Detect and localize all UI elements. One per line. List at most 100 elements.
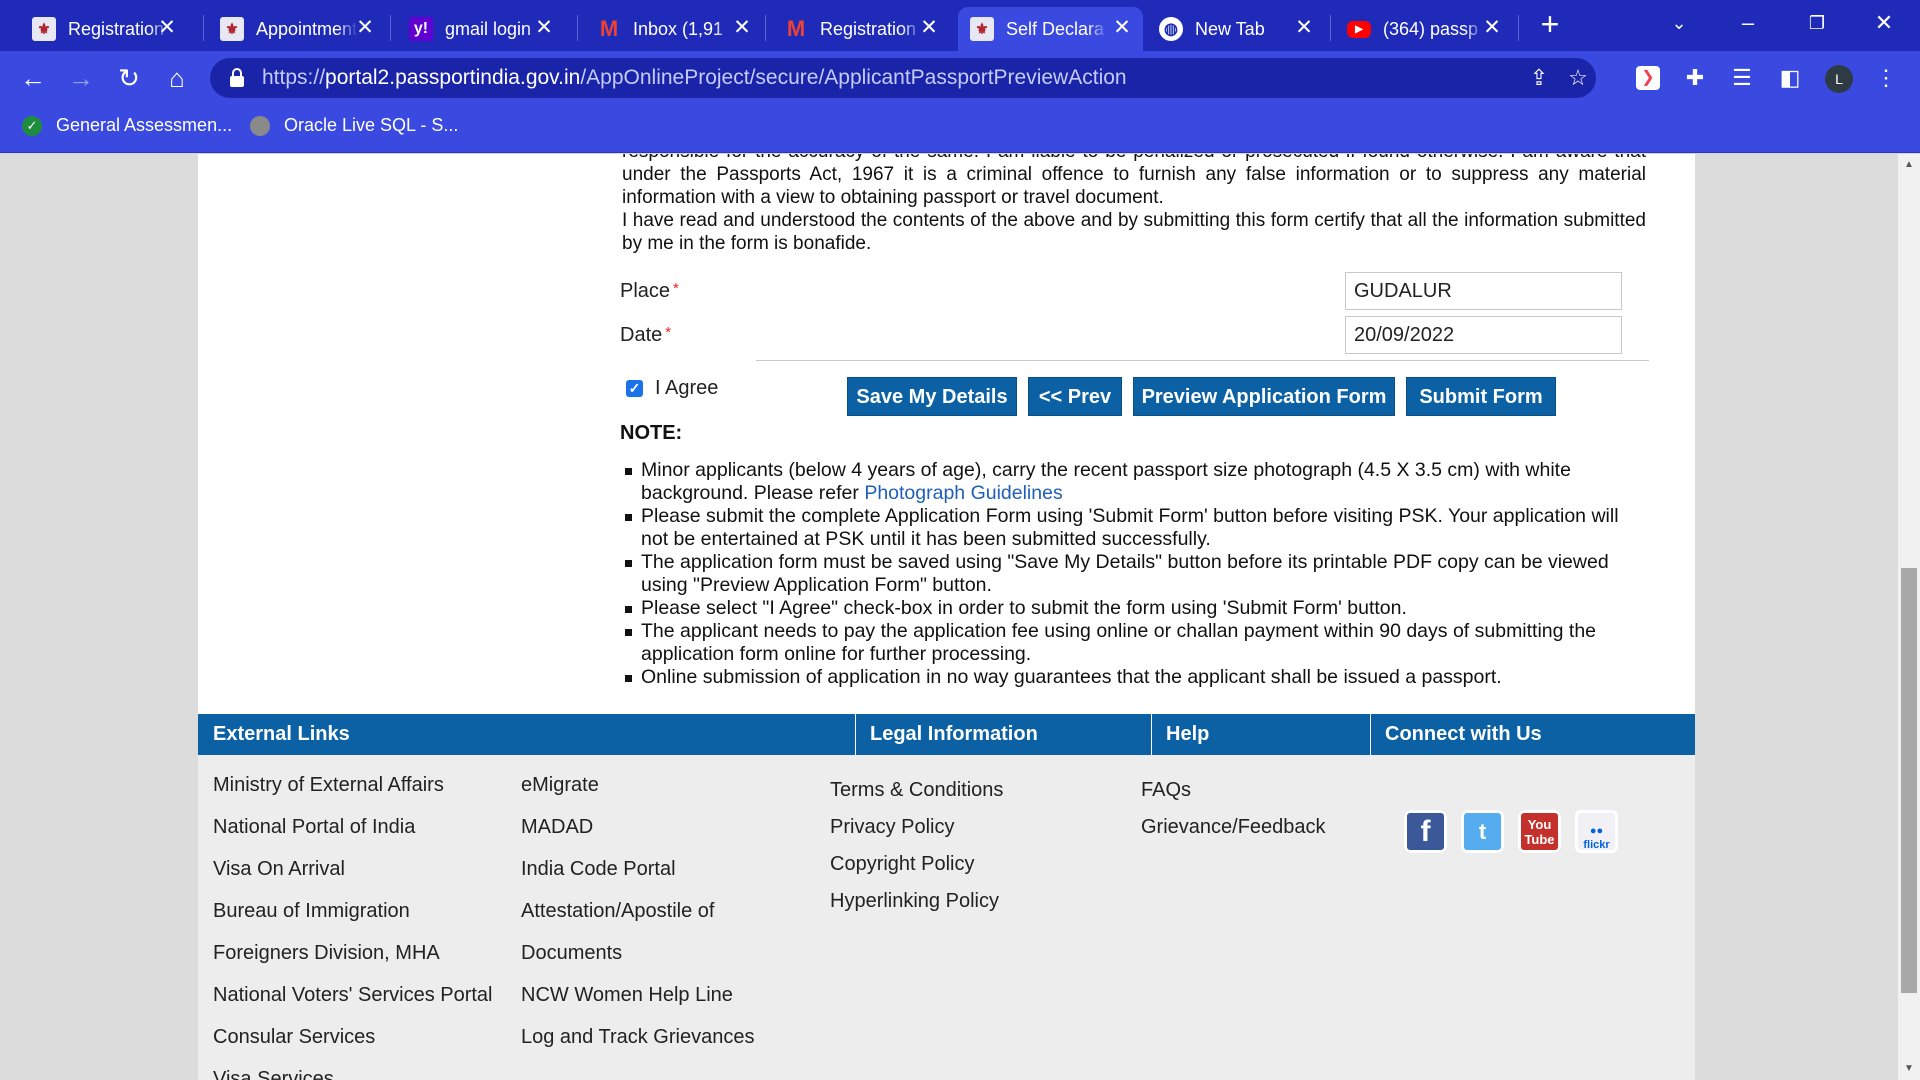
address-bar[interactable]: https://portal2.passportindia.gov.in/App… [210,58,1596,98]
submit-form-button[interactable]: Submit Form [1406,377,1556,416]
tab-title: gmail login [445,18,532,39]
close-icon[interactable]: ✕ [156,17,178,39]
bookmark-star-icon[interactable]: ☆ [1565,65,1591,91]
tab-title: Inbox (1,91 [633,18,724,39]
share-icon[interactable]: ⇪ [1526,65,1552,91]
note-item: Please submit the complete Application F… [625,505,1641,551]
footer-link[interactable]: Foreigners Division, MHA [213,942,440,965]
footer-link[interactable]: National Voters' Services Portal [213,984,493,1007]
tab-title: (364) passp [1383,18,1479,39]
photograph-guidelines-link[interactable]: Photograph Guidelines [864,482,1062,504]
footer-link[interactable]: eMigrate [521,774,599,797]
agree-checkbox[interactable]: ✓ [626,380,643,397]
restore-icon[interactable]: ❐ [1802,8,1832,38]
footer-link[interactable]: Consular Services [213,1026,375,1049]
date-input[interactable] [1345,316,1622,354]
declaration-paragraph: responsible for the accuracy of the same… [622,154,1646,208]
window-close-icon[interactable]: ✕ [1869,8,1899,38]
note-item: Online submission of application in no w… [625,666,1641,689]
declaration-text: responsible for the accuracy of the same… [622,154,1646,255]
close-icon[interactable]: ✕ [918,17,940,39]
place-input[interactable] [1345,272,1622,310]
footer-link[interactable]: Log and Track Grievances [521,1026,754,1049]
declaration-paragraph: I have read and understood the contents … [622,210,1646,254]
tab-inbox[interactable]: M Inbox (1,91 ✕ [585,7,765,51]
tab-self-declaration[interactable]: ⚜ Self Declara ✕ [958,7,1143,51]
profile-avatar[interactable]: L [1825,65,1853,93]
preview-application-form-button[interactable]: Preview Application Form [1133,377,1395,416]
footer-link[interactable]: MADAD [521,816,593,839]
check-circle-icon: ✓ [22,115,42,136]
date-label: Date * [620,324,672,346]
footer-link[interactable]: Terms & Conditions [830,779,1003,802]
footer-link[interactable]: Attestation/Apostile of [521,900,714,923]
twitter-icon[interactable]: t [1461,810,1504,853]
note-item: Please select "I Agree" check-box in ord… [625,597,1641,620]
tab-separator [1518,15,1519,41]
footer-link[interactable]: Hyperlinking Policy [830,890,999,913]
gmail-icon: M [786,16,806,41]
tab-registration-2[interactable]: M Registration ✕ [772,7,952,51]
tab-new-tab[interactable]: ◍ New Tab ✕ [1147,7,1327,51]
close-icon[interactable]: ✕ [533,17,555,39]
footer-link[interactable]: Ministry of External Affairs [213,774,444,797]
tab-appointment[interactable]: ⚜ Appointment ✕ [208,7,388,51]
back-arrow-icon[interactable]: ← [16,61,50,95]
close-icon[interactable]: ✕ [1481,17,1503,39]
bookmark-general-assessment[interactable]: ✓ General Assessmen... [22,115,232,136]
scrollbar-thumb[interactable] [1901,568,1917,993]
close-icon[interactable]: ✕ [731,17,753,39]
flickr-icon[interactable]: ●● flickr [1575,810,1618,853]
tab-gmail-login[interactable]: y! gmail login ✕ [397,7,567,51]
footer-link[interactable]: Documents [521,942,622,965]
tab-separator [577,15,578,41]
bookmark-oracle-live-sql[interactable]: Oracle Live SQL - S... [250,115,458,136]
vertical-scrollbar[interactable]: ▲ ▼ [1898,154,1920,1080]
side-panel-icon[interactable]: ◧ [1776,64,1804,92]
forward-arrow-icon[interactable]: → [64,61,98,95]
prev-button[interactable]: << Prev [1028,377,1122,416]
globe-icon: ◍ [1159,17,1183,41]
footer-link[interactable]: Bureau of Immigration [213,900,410,923]
tab-registration-1[interactable]: ⚜ Registration ✕ [20,7,190,51]
tab-youtube[interactable]: ▶ (364) passp ✕ [1335,7,1515,51]
footer-link[interactable]: Copyright Policy [830,853,975,876]
page-viewport: responsible for the accuracy of the same… [0,154,1898,1080]
footer-link[interactable]: NCW Women Help Line [521,984,733,1007]
scroll-down-arrow-icon[interactable]: ▼ [1898,1060,1920,1078]
tab-title: Self Declara [1006,18,1105,39]
footer-body [198,755,1695,1080]
footer-link[interactable]: Privacy Policy [830,816,954,839]
note-item: The applicant needs to pay the applicati… [625,620,1641,666]
media-control-icon[interactable]: ☰ [1728,64,1756,92]
agree-label: I Agree [655,377,719,399]
close-icon[interactable]: ✕ [1293,17,1315,39]
new-tab-plus-icon[interactable]: + [1535,8,1565,41]
oracle-icon [250,115,270,136]
url-text[interactable]: https://portal2.passportindia.gov.in/App… [262,66,1127,90]
tab-search-chevron-icon[interactable]: ⌄ [1664,8,1694,38]
footer-link[interactable]: National Portal of India [213,816,415,839]
close-icon[interactable]: ✕ [354,17,376,39]
facebook-icon[interactable]: f [1404,810,1447,853]
minimize-icon[interactable]: – [1733,8,1763,38]
page-content: responsible for the accuracy of the same… [198,154,1695,1080]
reload-icon[interactable]: ↻ [112,61,146,95]
footer-link[interactable]: Visa On Arrival [213,858,345,881]
emblem-icon: ⚜ [970,17,994,41]
agree-checkbox-row[interactable]: ✓ I Agree [626,377,718,400]
close-icon[interactable]: ✕ [1111,17,1133,39]
footer-link[interactable]: Visa Services [213,1068,334,1080]
kebab-menu-icon[interactable]: ⋮ [1872,64,1900,92]
footer-link[interactable]: FAQs [1141,779,1191,802]
youtube-icon[interactable]: You Tube [1518,810,1561,853]
tab-separator [390,15,391,41]
lock-icon[interactable] [230,68,244,87]
extensions-puzzle-icon[interactable]: ✚ [1681,64,1709,92]
footer-link[interactable]: Grievance/Feedback [1141,816,1326,839]
footer-link[interactable]: India Code Portal [521,858,676,881]
scroll-up-arrow-icon[interactable]: ▲ [1898,156,1920,174]
pocket-icon[interactable]: ❯ [1636,66,1660,90]
save-my-details-button[interactable]: Save My Details [847,377,1017,416]
home-icon[interactable]: ⌂ [160,61,194,95]
